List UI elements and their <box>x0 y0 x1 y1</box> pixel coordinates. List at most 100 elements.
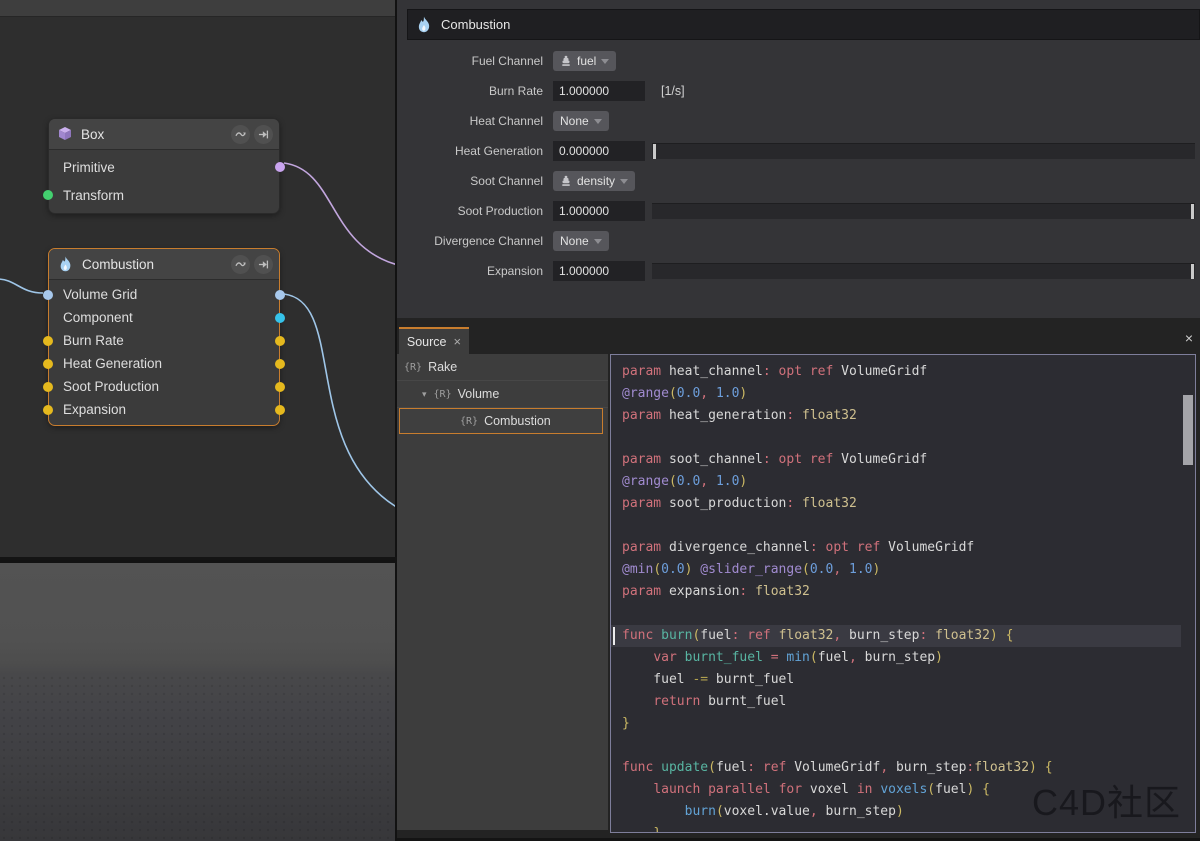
node-row-heat-generation[interactable]: Heat Generation <box>49 352 279 375</box>
code-line[interactable]: func burn(fuel: ref float32, burn_step: … <box>611 625 1181 647</box>
node-editor-canvas[interactable]: Box Primitive Tr <box>0 0 397 557</box>
slider-handle[interactable] <box>653 144 656 159</box>
node-row-soot-production[interactable]: Soot Production <box>49 375 279 398</box>
properties-header: Combustion <box>407 9 1200 40</box>
node-box-header[interactable]: Box <box>49 119 279 150</box>
port-volume-grid-in[interactable] <box>43 290 53 300</box>
tree-item-combustion[interactable]: {R} Combustion <box>399 408 603 434</box>
node-row-transform[interactable]: Transform <box>49 181 279 209</box>
tab-source[interactable]: Source × <box>399 327 469 354</box>
panel-close-icon[interactable]: × <box>1185 331 1193 345</box>
prop-label: Divergence Channel <box>397 234 553 248</box>
node-row-burn-rate[interactable]: Burn Rate <box>49 329 279 352</box>
properties-panel: Combustion Fuel Channel fuel <box>397 0 1200 318</box>
code-line[interactable]: @range(0.0, 1.0) <box>611 471 1181 493</box>
soot-production-slider[interactable] <box>652 203 1195 219</box>
code-line[interactable] <box>611 603 1181 625</box>
soot-channel-dropdown[interactable]: density <box>553 171 635 191</box>
prop-label: Fuel Channel <box>397 54 553 68</box>
port-component-out[interactable] <box>275 313 285 323</box>
code-line[interactable] <box>611 515 1181 537</box>
wire-volume-out <box>284 294 395 508</box>
prop-row-fuel-channel: Fuel Channel fuel <box>397 46 1200 76</box>
dropdown-value: None <box>560 114 589 128</box>
prop-row-burn-rate: Burn Rate 1.000000 [1/s] <box>397 76 1200 106</box>
port-expansion-in[interactable] <box>43 405 53 415</box>
viewport-3d[interactable] <box>0 560 397 841</box>
node-row-label: Component <box>63 310 133 325</box>
node-row-volume-grid[interactable]: Volume Grid <box>49 283 279 306</box>
code-line[interactable]: fuel -= burnt_fuel <box>611 669 1181 691</box>
port-heat-generation-out[interactable] <box>275 359 285 369</box>
expansion-field[interactable]: 1.000000 <box>553 261 645 281</box>
dropdown-arrow-icon <box>620 179 628 188</box>
prop-label: Soot Production <box>397 204 553 218</box>
burn-rate-field[interactable]: 1.000000 <box>553 81 645 101</box>
heat-generation-slider[interactable] <box>652 143 1195 159</box>
code-line[interactable]: param heat_generation: float32 <box>611 405 1181 427</box>
prop-row-divergence-channel: Divergence Channel None <box>397 226 1200 256</box>
node-row-primitive[interactable]: Primitive <box>49 153 279 181</box>
code-line[interactable]: param soot_channel: opt ref VolumeGridf <box>611 449 1181 471</box>
skip-to-end-icon <box>257 128 270 141</box>
port-expansion-out[interactable] <box>275 405 285 415</box>
port-transform-in[interactable] <box>43 190 53 200</box>
node-row-label: Primitive <box>63 160 115 175</box>
expansion-slider[interactable] <box>652 263 1195 279</box>
divergence-channel-dropdown[interactable]: None <box>553 231 609 251</box>
fuel-channel-dropdown[interactable]: fuel <box>553 51 616 71</box>
node-preview-button[interactable] <box>231 255 250 274</box>
slider-handle[interactable] <box>1191 204 1194 219</box>
right-panels: Combustion Fuel Channel fuel <box>397 0 1200 838</box>
code-line[interactable] <box>611 427 1181 449</box>
node-row-component[interactable]: Component <box>49 306 279 329</box>
soot-production-field[interactable]: 1.000000 <box>553 201 645 221</box>
node-box[interactable]: Box Primitive Tr <box>48 118 280 214</box>
tree-item-label: Volume <box>458 387 500 401</box>
port-heat-generation-in[interactable] <box>43 359 53 369</box>
code-area[interactable]: param heat_channel: opt ref VolumeGridf@… <box>611 361 1181 833</box>
heat-channel-dropdown[interactable]: None <box>553 111 609 131</box>
code-line[interactable]: param divergence_channel: opt ref Volume… <box>611 537 1181 559</box>
port-soot-production-in[interactable] <box>43 382 53 392</box>
code-line[interactable]: return burnt_fuel <box>611 691 1181 713</box>
node-row-label: Transform <box>63 188 124 203</box>
prop-row-soot-production: Soot Production 1.000000 <box>397 196 1200 226</box>
tree-item-volume[interactable]: ▾ {R} Volume <box>397 381 608 408</box>
port-soot-production-out[interactable] <box>275 382 285 392</box>
code-editor[interactable]: param heat_channel: opt ref VolumeGridf@… <box>610 354 1196 833</box>
node-row-label: Burn Rate <box>63 333 124 348</box>
code-line[interactable]: @range(0.0, 1.0) <box>611 383 1181 405</box>
rake-badge-icon: {R} <box>404 362 422 373</box>
scrollbar-thumb[interactable] <box>1183 395 1193 465</box>
node-combustion-header[interactable]: Combustion <box>49 249 279 280</box>
node-output-button[interactable] <box>254 125 273 144</box>
node-output-button[interactable] <box>254 255 273 274</box>
flame-icon <box>415 16 433 34</box>
tree-item-rake[interactable]: {R} Rake <box>397 354 608 381</box>
code-line[interactable]: param expansion: float32 <box>611 581 1181 603</box>
node-preview-button[interactable] <box>231 125 250 144</box>
channel-icon <box>560 55 572 67</box>
port-volume-grid-out[interactable] <box>275 290 285 300</box>
node-combustion[interactable]: Combustion Volume Grid <box>48 248 280 426</box>
code-line[interactable]: param heat_channel: opt ref VolumeGridf <box>611 361 1181 383</box>
dropdown-value: fuel <box>577 54 596 68</box>
code-line[interactable]: } <box>611 713 1181 735</box>
port-burn-rate-out[interactable] <box>275 336 285 346</box>
code-line[interactable]: @min(0.0) @slider_range(0.0, 1.0) <box>611 559 1181 581</box>
code-line[interactable]: var burnt_fuel = min(fuel, burn_step) <box>611 647 1181 669</box>
slider-handle[interactable] <box>1191 264 1194 279</box>
tab-label: Source <box>407 335 447 349</box>
rake-badge-icon: {R} <box>460 416 478 427</box>
node-row-expansion[interactable]: Expansion <box>49 398 279 421</box>
heat-generation-field[interactable]: 0.000000 <box>553 141 645 161</box>
port-burn-rate-in[interactable] <box>43 336 53 346</box>
expander-icon[interactable]: ▾ <box>422 389 427 400</box>
code-line[interactable] <box>611 735 1181 757</box>
prop-row-heat-generation: Heat Generation 0.000000 <box>397 136 1200 166</box>
flame-icon <box>57 256 74 273</box>
tab-close-icon[interactable]: × <box>454 335 462 348</box>
port-primitive-out[interactable] <box>275 162 285 172</box>
code-line[interactable]: param soot_production: float32 <box>611 493 1181 515</box>
